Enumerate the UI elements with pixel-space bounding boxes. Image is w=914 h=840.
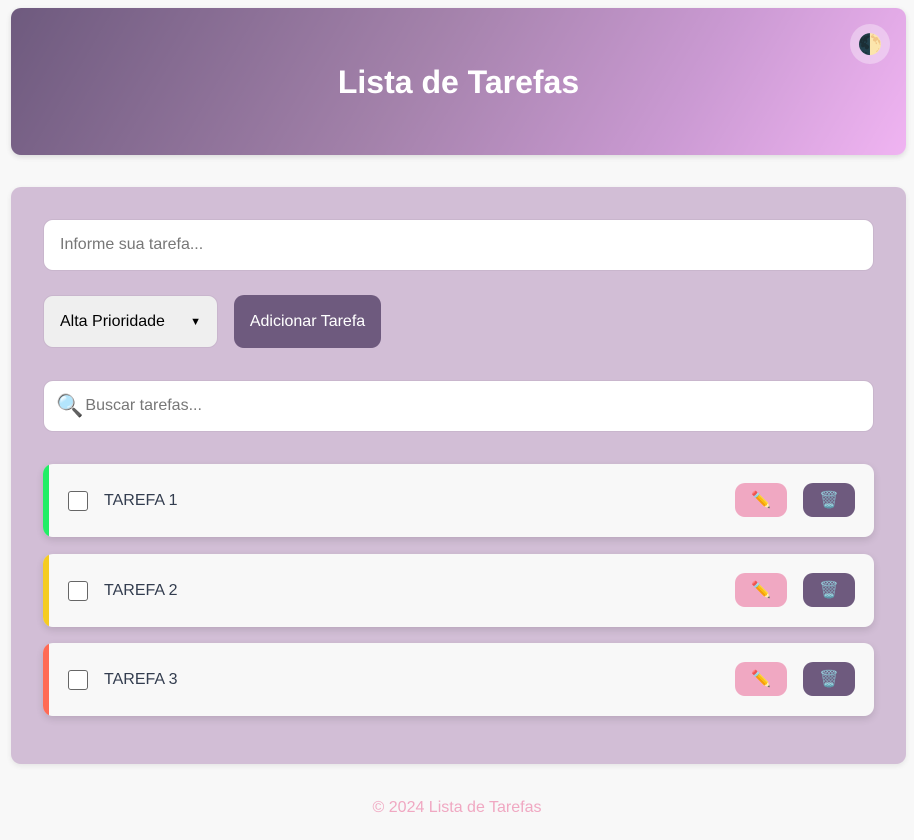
pencil-icon: ✏️ — [751, 582, 771, 599]
priority-indicator — [43, 464, 49, 537]
add-task-button[interactable]: Adicionar Tarefa — [234, 295, 381, 348]
task-label: TAREFA 2 — [104, 582, 178, 599]
search-icon: 🔍 — [56, 393, 84, 418]
priority-select[interactable]: Alta Prioridade ▼ — [43, 295, 218, 348]
task-label: TAREFA 3 — [104, 671, 178, 688]
page-title: Lista de Tarefas — [337, 64, 580, 100]
task-input[interactable] — [43, 219, 874, 271]
edit-task-button[interactable]: ✏️ — [735, 483, 787, 517]
task-item: TAREFA 3 ✏️ 🗑️ — [43, 643, 874, 716]
task-item: TAREFA 2 ✏️ 🗑️ — [43, 554, 874, 627]
search-box[interactable]: 🔍 — [43, 380, 874, 432]
task-checkbox[interactable] — [68, 670, 88, 690]
delete-task-button[interactable]: 🗑️ — [803, 573, 855, 607]
priority-select-value: Alta Prioridade — [60, 312, 165, 330]
trash-icon: 🗑️ — [819, 492, 839, 509]
priority-indicator — [43, 554, 49, 627]
task-checkbox[interactable] — [68, 581, 88, 601]
task-checkbox[interactable] — [68, 491, 88, 511]
task-label: TAREFA 1 — [104, 492, 178, 509]
search-input[interactable] — [85, 397, 873, 415]
trash-icon: 🗑️ — [819, 582, 839, 599]
chevron-down-icon: ▼ — [190, 315, 201, 328]
main-panel: Alta Prioridade ▼ Adicionar Tarefa 🔍 TAR… — [11, 187, 906, 764]
edit-task-button[interactable]: ✏️ — [735, 573, 787, 607]
footer-copyright: © 2024 Lista de Tarefas — [372, 799, 542, 816]
edit-task-button[interactable]: ✏️ — [735, 662, 787, 696]
app-header: Lista de Tarefas 🌓 — [11, 8, 906, 155]
priority-indicator — [43, 643, 49, 716]
delete-task-button[interactable]: 🗑️ — [803, 483, 855, 517]
pencil-icon: ✏️ — [751, 671, 771, 688]
trash-icon: 🗑️ — [819, 671, 839, 688]
task-item: TAREFA 1 ✏️ 🗑️ — [43, 464, 874, 537]
pencil-icon: ✏️ — [751, 492, 771, 509]
delete-task-button[interactable]: 🗑️ — [803, 662, 855, 696]
theme-toggle-icon[interactable]: 🌓 — [850, 24, 890, 64]
